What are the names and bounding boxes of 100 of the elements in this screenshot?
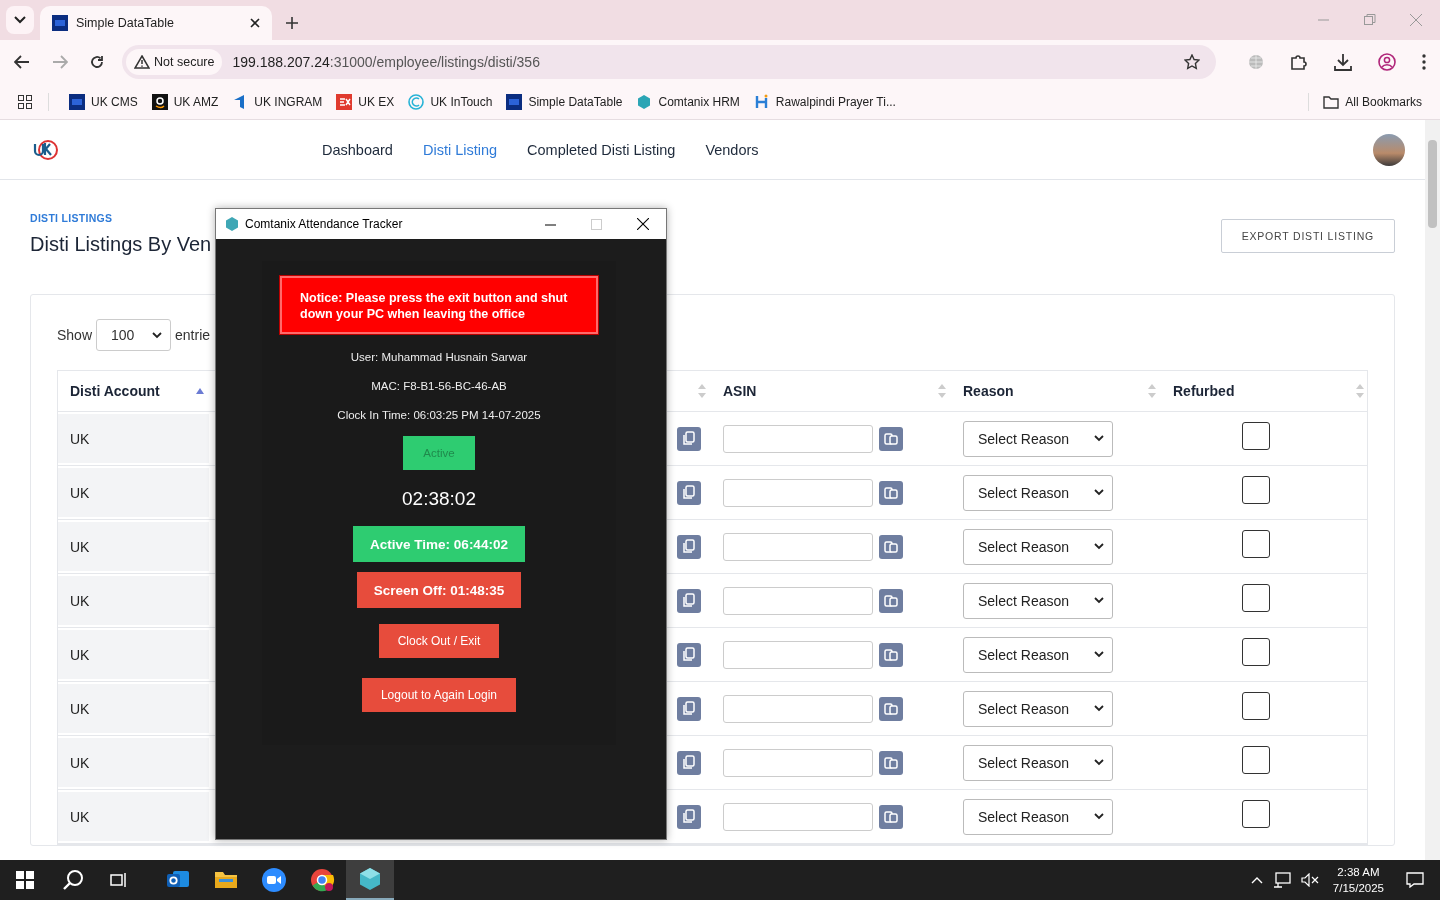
refurbed-checkbox[interactable] <box>1242 799 1270 828</box>
star-icon[interactable] <box>1184 54 1200 70</box>
refurbed-checkbox[interactable] <box>1242 529 1270 558</box>
copy-icon[interactable] <box>677 750 701 775</box>
bookmarks-folder-link[interactable]: All Bookmarks <box>1323 94 1422 109</box>
paste-icon[interactable] <box>879 642 903 667</box>
asin-field[interactable] <box>723 424 873 453</box>
bookmark-link[interactable]: UK InTouch <box>408 93 493 110</box>
windows-start-icon[interactable] <box>16 871 34 889</box>
chevron-down-icon <box>1094 813 1104 820</box>
bookmark-link[interactable]: UK INGRAM <box>232 93 323 110</box>
sort-ascending-icon[interactable] <box>196 388 204 394</box>
download-icon[interactable] <box>1334 53 1352 71</box>
reload-icon[interactable] <box>90 55 104 69</box>
asin-field[interactable] <box>723 586 873 615</box>
column-header[interactable]: Refurbed <box>1173 383 1235 399</box>
refurbed-checkbox[interactable] <box>1242 691 1270 720</box>
refurbed-checkbox[interactable] <box>1242 637 1270 666</box>
paste-icon[interactable] <box>879 534 903 559</box>
copy-icon[interactable] <box>677 534 701 559</box>
nav-link[interactable]: Vendors <box>705 141 759 158</box>
copy-icon[interactable] <box>677 588 701 613</box>
refurbed-checkbox[interactable] <box>1242 583 1270 612</box>
reason-dropdown[interactable]: Select Reason <box>963 690 1113 727</box>
paste-icon[interactable] <box>879 750 903 775</box>
taskbar-app-button[interactable] <box>346 860 394 900</box>
clock-out-button[interactable]: Clock Out / Exit <box>378 624 500 658</box>
bookmark-link[interactable]: Rawalpindi Prayer Ti... <box>753 93 896 110</box>
refurbed-checkbox[interactable] <box>1242 745 1270 774</box>
new-tab-icon[interactable] <box>286 17 298 29</box>
asin-field[interactable] <box>723 748 873 777</box>
table-cell: UK <box>70 484 90 501</box>
asin-field[interactable] <box>723 478 873 507</box>
reason-dropdown[interactable]: Select Reason <box>963 798 1113 835</box>
chevron-up-icon[interactable] <box>1250 876 1263 884</box>
user-label: User: Muhammad Husnain Sarwar <box>350 351 528 363</box>
tab-list-button[interactable] <box>6 6 34 34</box>
copy-icon[interactable] <box>677 642 701 667</box>
apps-grid-icon[interactable] <box>18 94 32 109</box>
copy-icon[interactable] <box>677 480 701 505</box>
volume-muted-icon[interactable] <box>1300 873 1319 887</box>
task-view-icon[interactable] <box>110 872 128 888</box>
copy-icon[interactable] <box>677 804 701 829</box>
avatar[interactable] <box>1373 133 1405 166</box>
asin-field[interactable] <box>723 694 873 723</box>
bookmark-link[interactable]: UK AMZ <box>151 93 219 110</box>
chevron-down-icon <box>152 331 163 339</box>
paste-icon[interactable] <box>879 480 903 505</box>
bookmark-link[interactable]: Simple DataTable <box>506 93 623 110</box>
export-button[interactable]: EXPORT DISTI LISTING <box>1220 219 1395 253</box>
nav-link[interactable]: Completed Disti Listing <box>527 141 676 158</box>
maximize-icon <box>591 218 602 230</box>
network-icon[interactable] <box>1272 872 1291 888</box>
forward-icon[interactable] <box>52 55 68 69</box>
ex-logo-icon <box>336 93 353 110</box>
column-header[interactable]: Reason <box>963 383 1014 399</box>
nav-link[interactable]: Dashboard <box>322 141 393 158</box>
table-cell: UK <box>70 808 90 825</box>
scrollbar[interactable] <box>1425 120 1440 860</box>
nav-link[interactable]: Disti Listing <box>422 141 498 158</box>
browser-tab[interactable]: Simple DataTable <box>40 6 272 40</box>
reason-dropdown[interactable]: Select Reason <box>963 420 1113 457</box>
reason-dropdown[interactable]: Select Reason <box>963 474 1113 511</box>
back-icon[interactable] <box>14 55 30 69</box>
asin-field[interactable] <box>723 532 873 561</box>
reason-dropdown[interactable]: Select Reason <box>963 582 1113 619</box>
section-label: DISTI LISTINGS <box>30 212 114 224</box>
bookmark-link[interactable]: UK CMS <box>69 93 138 110</box>
restore-icon[interactable] <box>1364 14 1376 26</box>
profile-icon[interactable] <box>1378 53 1396 71</box>
asin-field[interactable] <box>723 640 873 669</box>
paste-icon[interactable] <box>879 426 903 451</box>
reason-dropdown[interactable]: Select Reason <box>963 636 1113 673</box>
paste-icon[interactable] <box>879 696 903 721</box>
copy-icon[interactable] <box>677 696 701 721</box>
bookmark-link[interactable]: Comtanix HRM <box>636 93 740 110</box>
column-header[interactable]: ASIN <box>723 383 757 399</box>
notification-icon[interactable] <box>1406 872 1424 888</box>
search-icon[interactable] <box>62 869 84 891</box>
notice-banner: Notice: Please press the exit button and shut down your PC when leaving the office <box>280 276 598 334</box>
entries-label: entrie <box>175 327 211 343</box>
close-icon[interactable] <box>637 218 649 230</box>
logout-button[interactable]: Logout to Again Login <box>361 678 517 712</box>
asin-field[interactable] <box>723 802 873 831</box>
refurbed-checkbox[interactable] <box>1242 475 1270 504</box>
column-header[interactable]: Disti Account <box>70 383 160 399</box>
bookmark-link[interactable]: UK EX <box>336 93 395 110</box>
entries-dropdown[interactable]: 100 <box>96 319 172 351</box>
close-icon[interactable] <box>250 18 260 28</box>
copy-icon[interactable] <box>677 426 701 451</box>
refurbed-checkbox[interactable] <box>1242 421 1270 450</box>
clock[interactable]: 2:38 AM 7/15/2025 <box>1332 864 1384 896</box>
puzzle-icon[interactable] <box>1290 53 1308 71</box>
security-chip[interactable]: Not secure <box>126 49 223 75</box>
reason-dropdown[interactable]: Select Reason <box>963 528 1113 565</box>
reason-dropdown[interactable]: Select Reason <box>963 744 1113 781</box>
more-menu-icon[interactable] <box>1422 54 1426 70</box>
paste-icon[interactable] <box>879 588 903 613</box>
address-bar[interactable]: Not secure 199.188.207.24:31000/employee/listings/disti/356 <box>122 45 1216 79</box>
paste-icon[interactable] <box>879 804 903 829</box>
